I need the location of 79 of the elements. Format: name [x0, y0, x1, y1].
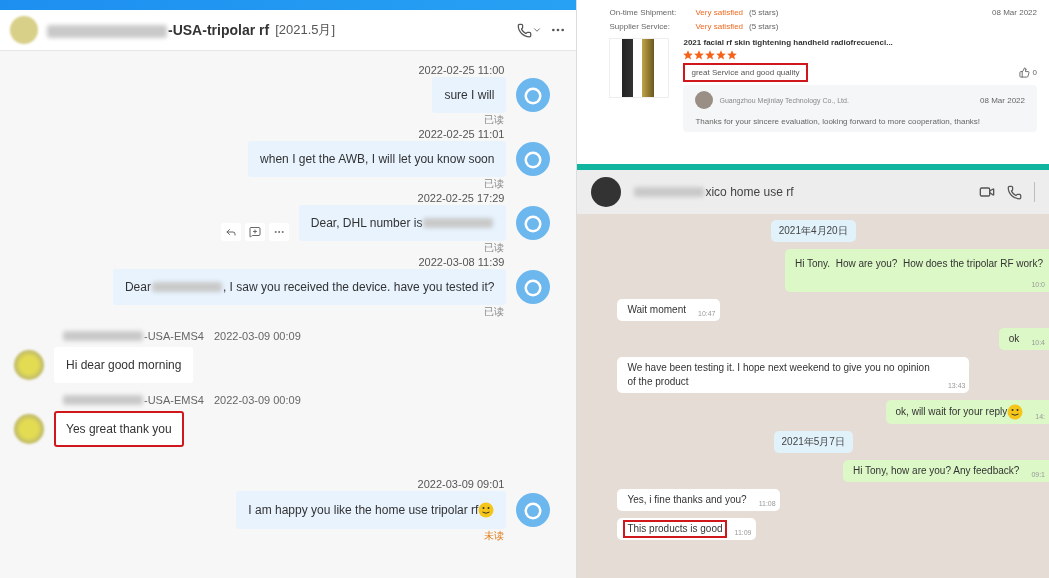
chat-title: -USA-tripolar rf [46, 22, 270, 38]
video-camera-icon [979, 184, 995, 200]
message-text: We have been testing it. I hope next weekend to give you no opinion of the product [626, 361, 931, 389]
reply-date: 08 Mar 2022 [980, 95, 1025, 105]
company-avatar [695, 91, 714, 109]
message-text: ok, will wait for your reply [893, 404, 1026, 420]
message-time: 2022-02-25 11:01 [418, 127, 505, 141]
photo-placeholder [609, 38, 670, 98]
smiley-icon [478, 502, 495, 518]
reply-icon [224, 226, 237, 238]
message-text: Wait moment [626, 303, 687, 317]
read-status: 已读 [484, 241, 505, 255]
contact-avatar [10, 16, 38, 44]
message-text: Yes, i fine thanks and you? [626, 493, 748, 507]
user-avatar [516, 78, 551, 112]
rating-label: Supplier Service: [609, 21, 671, 33]
message-bubble: sure I will [432, 77, 507, 113]
star-icon [727, 50, 738, 60]
rating-value: Very satisfied [695, 21, 744, 33]
message-bubble: Dear, DHL number is [298, 205, 507, 241]
product-title: 2021 facial rf skin tightening handheld radiofrecuenci... [683, 38, 894, 47]
blurred-text [151, 281, 222, 293]
blurred-text [423, 217, 494, 229]
sender-avatar [14, 414, 44, 444]
message-bubble: when I get the AWB, I will let you know soon [248, 141, 507, 177]
call-button[interactable] [517, 22, 543, 38]
phone-icon [1007, 184, 1022, 200]
message-time: 2022-02-25 17:29 [417, 191, 505, 205]
review-comment: great Service and good quality [683, 63, 808, 82]
blurred-text [634, 186, 705, 198]
message-text: This products is good [625, 522, 725, 536]
read-status: 已读 [484, 305, 505, 319]
call-button[interactable] [1007, 184, 1022, 200]
message-bubble: Yes great thank you [54, 411, 184, 447]
reply-text: Thanks for your sincere evaluation, looking forward to more cooperation, thanks! [695, 117, 982, 126]
read-status: 已读 [484, 113, 505, 127]
star-icon [716, 50, 727, 60]
star-icon [683, 50, 694, 60]
rating-stars-text: (5 stars) [749, 21, 779, 33]
message-bubble: Dear , I saw you received the device. have you tested it? [112, 269, 507, 305]
phone-icon [517, 22, 533, 38]
message-text: Hi Tony. How are you? How does the tripolar RF work? [793, 257, 1044, 271]
user-avatar [516, 493, 551, 527]
caret-icon [532, 25, 543, 35]
message-text: ok [1007, 332, 1021, 346]
rating-stars-text: (5 stars) [749, 7, 779, 19]
smiley-icon [1007, 404, 1024, 420]
message-bubble: Hi dear good morning [54, 347, 194, 383]
like-button[interactable]: 0 [1018, 67, 1037, 78]
user-avatar [516, 270, 551, 304]
message-bubble: I am happy you like the home use tripolar rf [236, 491, 507, 529]
message-time: 2022-03-08 11:39 [418, 255, 505, 269]
reply-button[interactable] [220, 223, 241, 241]
sender-avatar [14, 350, 44, 380]
message-time: 2022-03-09 09:01 [417, 477, 505, 491]
rating-label: On-time Shipment: [609, 7, 678, 19]
thumbs-up-icon [1018, 67, 1030, 78]
review-date: 08 Mar 2022 [992, 7, 1037, 19]
user-avatar [516, 206, 551, 240]
user-avatar [516, 142, 551, 176]
contact-name: xico home use rf [633, 185, 967, 199]
message-time: 2022-02-25 11:00 [418, 63, 505, 77]
date-pill: 2021年4月20日 [770, 220, 856, 242]
video-call-button[interactable] [979, 184, 995, 200]
star-icon [705, 50, 716, 60]
comment-icon [248, 226, 261, 238]
read-status: 已读 [484, 177, 505, 191]
date-pill: 2021年5月7日 [773, 431, 853, 453]
star-icon [694, 50, 705, 60]
message-time: 2022-03-09 00:09 [213, 329, 301, 343]
chat-tag: [2021.5月] [275, 21, 336, 39]
message-text: Hi Tony, how are you? Any feedback? [851, 464, 1021, 478]
read-status: 未读 [484, 529, 505, 543]
sender-name: -USA-EMS4 [62, 393, 204, 407]
rating-value: Very satisfied [695, 7, 744, 19]
message-time: 2022-03-09 00:09 [213, 393, 301, 407]
contact-avatar [591, 177, 622, 207]
comment-button[interactable] [244, 223, 265, 241]
sender-name: -USA-EMS4 [62, 329, 204, 343]
